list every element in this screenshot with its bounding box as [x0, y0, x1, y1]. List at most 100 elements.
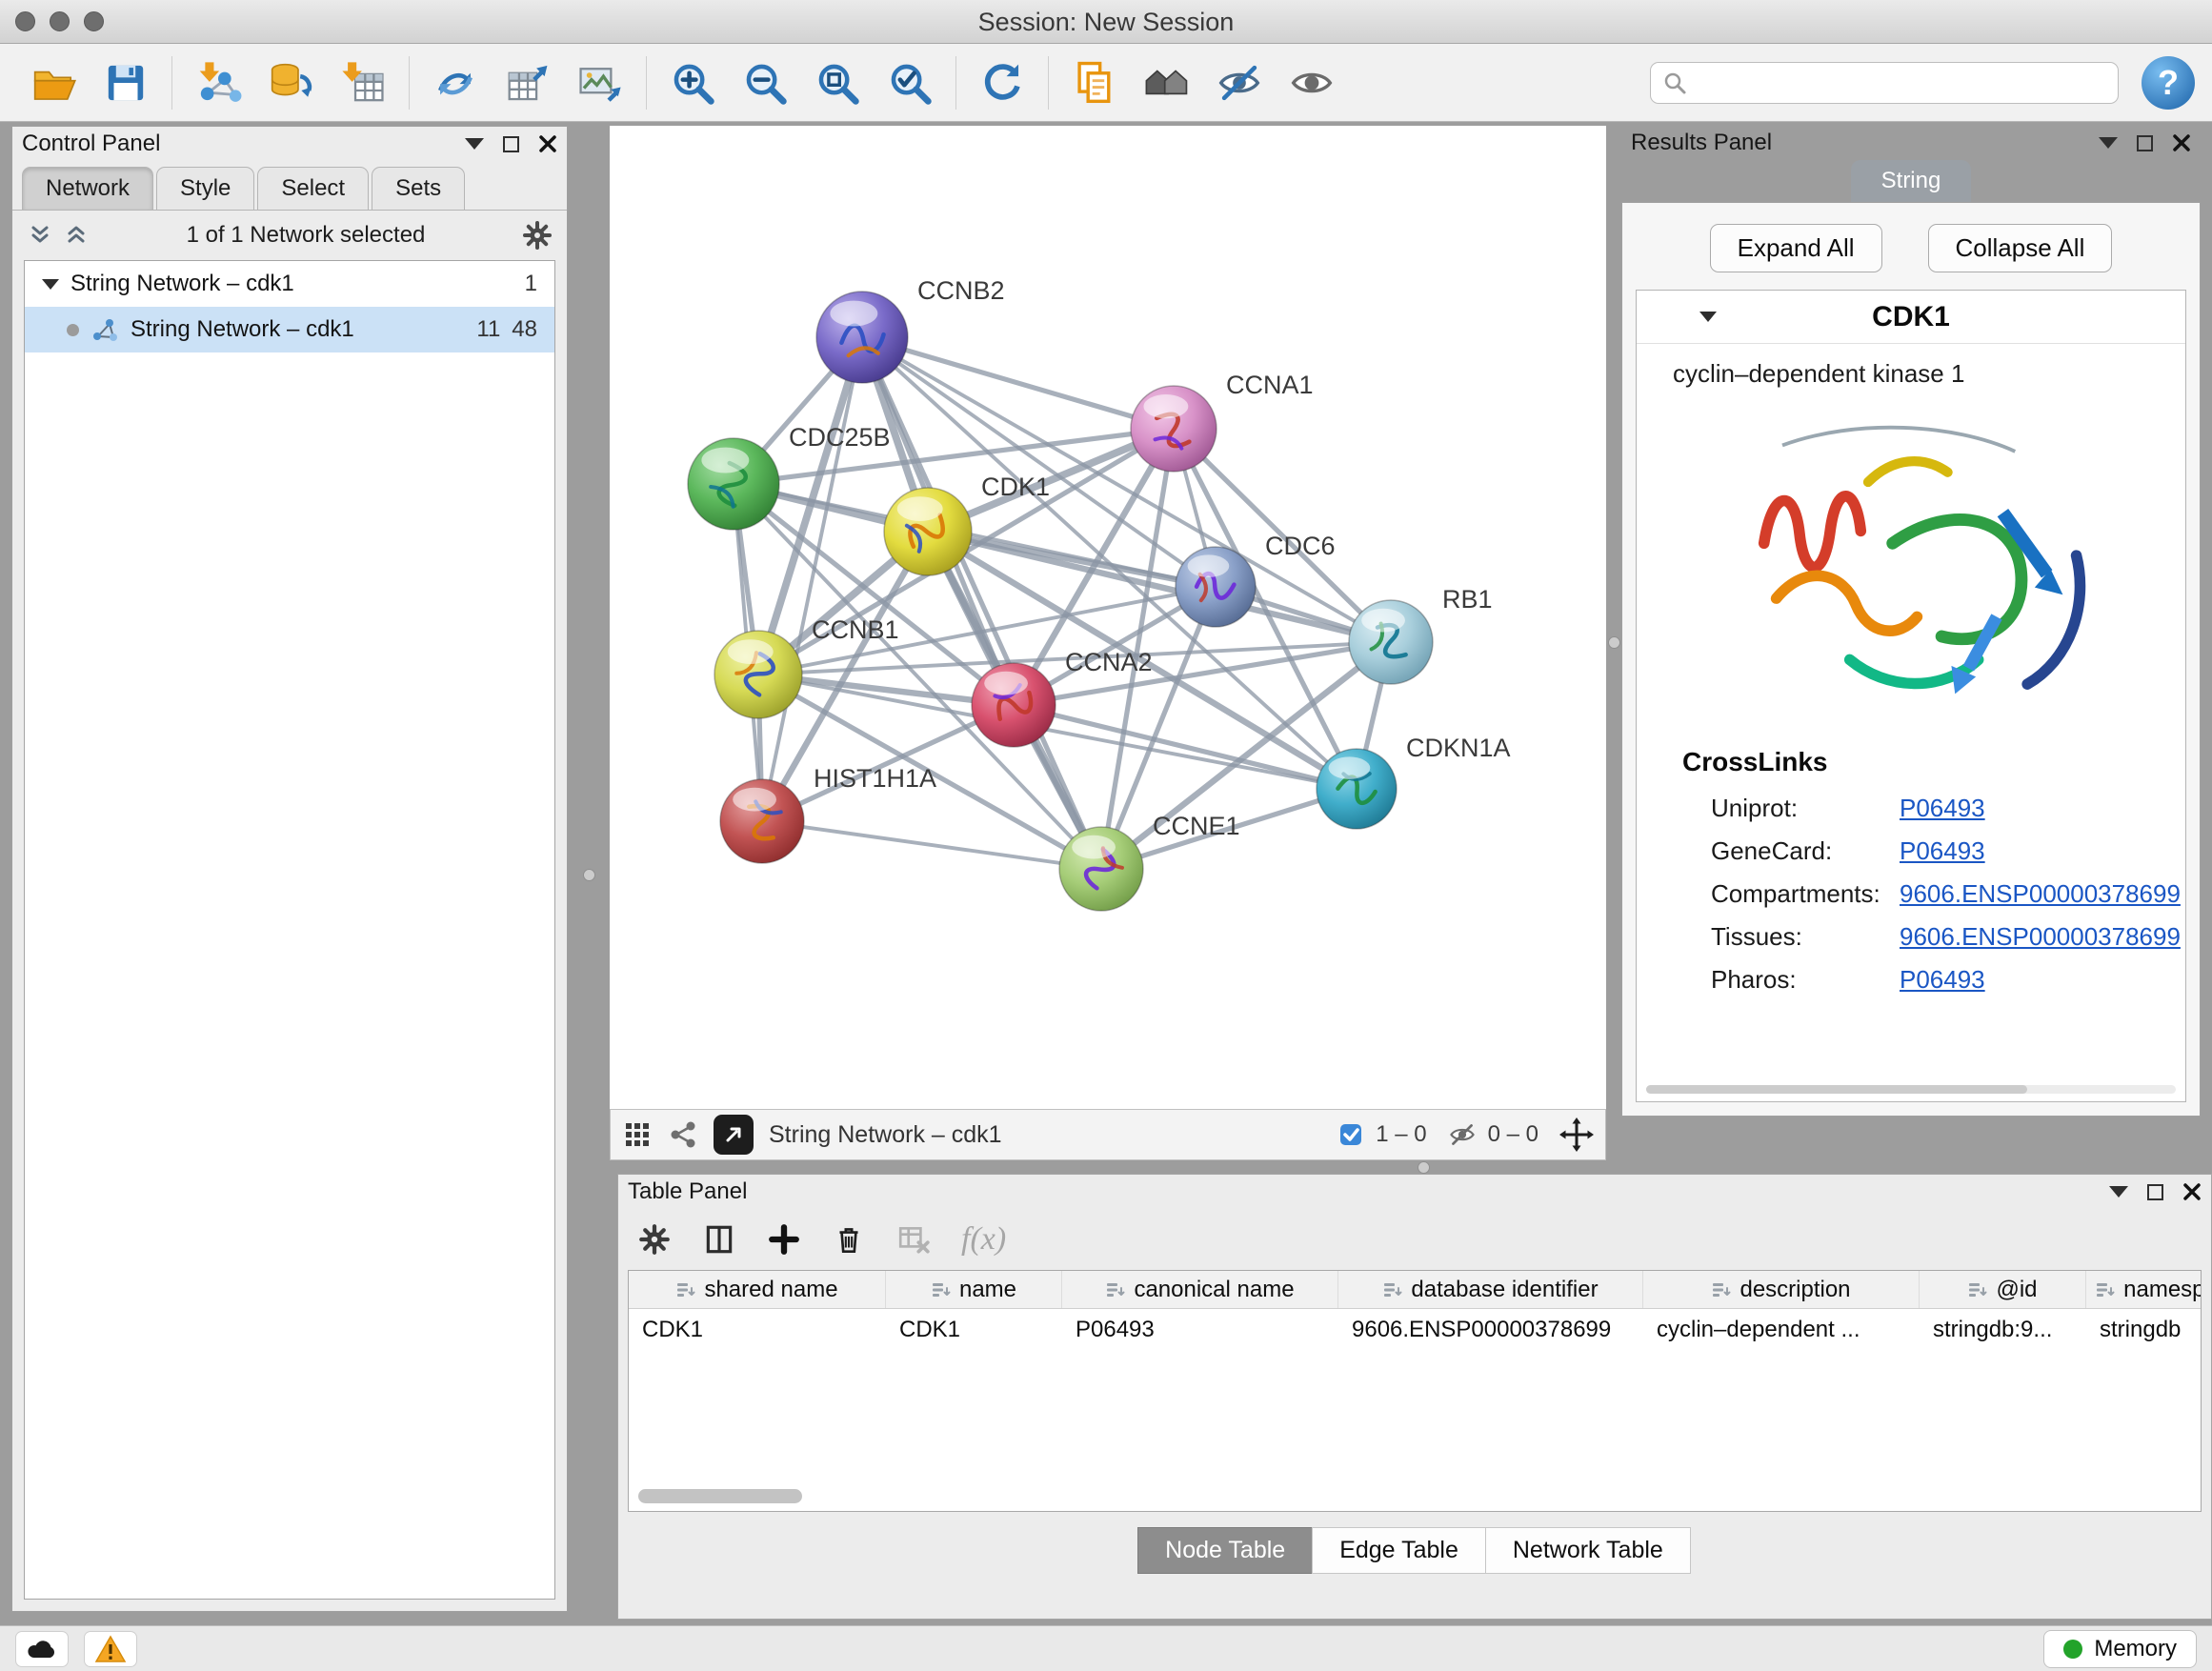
add-column-button[interactable]	[767, 1222, 801, 1257]
home-button[interactable]	[1131, 51, 1203, 114]
help-label: ?	[2158, 63, 2179, 103]
column-header-shared-name[interactable]: shared name	[629, 1271, 886, 1308]
crosslink-link[interactable]: 9606.ENSP00000378699	[1900, 879, 2181, 908]
close-panel-icon[interactable]	[538, 134, 557, 153]
tab-node-table[interactable]: Node Table	[1137, 1527, 1313, 1574]
delete-table-button[interactable]	[896, 1222, 931, 1257]
network-node-ccne1[interactable]: CCNE1	[1059, 812, 1240, 911]
expand-all-button[interactable]: Expand All	[1710, 224, 1882, 272]
hide-button[interactable]	[1203, 51, 1276, 114]
close-window-button[interactable]	[15, 11, 35, 31]
import-network-file-button[interactable]	[182, 51, 254, 114]
selected-checkbox-icon[interactable]	[1337, 1121, 1364, 1148]
column-header-description[interactable]: description	[1643, 1271, 1920, 1308]
column-header--id[interactable]: @id	[1920, 1271, 2086, 1308]
protein-card-header[interactable]: CDK1	[1637, 291, 2185, 344]
disclosure-triangle-icon[interactable]	[1699, 312, 1717, 322]
crosslink-link[interactable]: P06493	[1900, 794, 1985, 822]
tab-edge-table[interactable]: Edge Table	[1312, 1527, 1486, 1574]
network-collection-row[interactable]: String Network – cdk1 1	[25, 261, 554, 307]
import-network-database-button[interactable]	[254, 51, 327, 114]
open-session-button[interactable]	[17, 51, 90, 114]
function-builder-button[interactable]: f(x)	[961, 1221, 1006, 1258]
share-icon[interactable]	[668, 1119, 698, 1150]
crosshair-icon[interactable]	[1559, 1117, 1594, 1152]
disclosure-triangle-icon[interactable]	[42, 279, 59, 290]
zoom-window-button[interactable]	[84, 11, 104, 31]
panel-menu-icon[interactable]	[465, 138, 484, 150]
network-canvas[interactable]: CCNB2CCNA1CDC25BCDK1CDC6RB1CCNB1CCNA2CDK…	[610, 126, 1606, 1109]
export-table-button[interactable]	[492, 51, 564, 114]
panel-menu-icon[interactable]	[2109, 1186, 2128, 1198]
column-header-database-identifier[interactable]: database identifier	[1338, 1271, 1643, 1308]
new-network-button[interactable]	[419, 51, 492, 114]
search-input[interactable]	[1695, 70, 2106, 96]
zoom-selected-button[interactable]	[874, 51, 946, 114]
table-cell: 9606.ENSP00000378699	[1338, 1317, 1643, 1343]
tab-sets[interactable]: Sets	[372, 167, 465, 210]
column-header-name[interactable]: name	[886, 1271, 1062, 1308]
show-columns-button[interactable]	[702, 1222, 736, 1257]
tab-network-table[interactable]: Network Table	[1485, 1527, 1691, 1574]
export-image-button[interactable]	[564, 51, 636, 114]
splitter-handle[interactable]	[1418, 1161, 1430, 1174]
network-row[interactable]: String Network – cdk1 11 48	[25, 307, 554, 352]
collapse-all-button[interactable]: Collapse All	[1928, 224, 2113, 272]
network-node-rb1[interactable]: RB1	[1349, 585, 1493, 684]
save-session-button[interactable]	[90, 51, 162, 114]
open-in-new-window-button[interactable]	[714, 1115, 754, 1155]
import-table-file-button[interactable]	[327, 51, 399, 114]
warning-status-button[interactable]	[84, 1631, 137, 1667]
minimize-window-button[interactable]	[50, 11, 70, 31]
expand-all-icon[interactable]	[62, 221, 90, 250]
houses-icon	[1143, 59, 1191, 107]
show-button[interactable]	[1276, 51, 1348, 114]
crosslinks-title: CrossLinks	[1637, 739, 2185, 787]
refresh-button[interactable]	[966, 51, 1038, 114]
zoom-fit-button[interactable]	[801, 51, 874, 114]
network-node-hist1h1a[interactable]: HIST1H1A	[720, 764, 936, 863]
table-cell: P06493	[1062, 1317, 1338, 1343]
network-list: String Network – cdk1 1 String Network –…	[24, 260, 555, 1600]
splitter-handle[interactable]	[1608, 636, 1620, 649]
crosslink-label: Uniprot:	[1711, 794, 1900, 823]
column-header-namespac[interactable]: namespac	[2086, 1271, 2202, 1308]
crosslink-link[interactable]: P06493	[1900, 965, 1985, 994]
table-cell: stringdb	[2086, 1317, 2202, 1343]
results-scrollbar[interactable]	[1646, 1085, 2176, 1094]
tab-network[interactable]: Network	[22, 167, 153, 210]
help-button[interactable]: ?	[2142, 56, 2195, 110]
table-settings-button[interactable]	[637, 1222, 672, 1257]
zoom-in-button[interactable]	[656, 51, 729, 114]
network-node-cdkn1a[interactable]: CDKN1A	[1317, 734, 1511, 829]
crosslink-link[interactable]: P06493	[1900, 836, 1985, 865]
table-horizontal-scrollbar[interactable]	[638, 1489, 802, 1503]
table-row[interactable]: CDK1CDK1P064939606.ENSP00000378699cyclin…	[629, 1309, 2201, 1351]
panel-menu-icon[interactable]	[2099, 137, 2118, 149]
delete-column-button[interactable]	[832, 1222, 866, 1257]
memory-button[interactable]: Memory	[2043, 1630, 2197, 1668]
float-panel-icon[interactable]	[2147, 1184, 2163, 1200]
cloud-status-button[interactable]	[15, 1631, 69, 1667]
toolbar-separator	[1048, 56, 1049, 110]
column-header-canonical-name[interactable]: canonical name	[1062, 1271, 1338, 1308]
close-panel-icon[interactable]	[2182, 1182, 2202, 1201]
float-panel-icon[interactable]	[2137, 135, 2153, 151]
crosslink-link[interactable]: 9606.ENSP00000378699	[1900, 922, 2181, 951]
copy-button[interactable]	[1058, 51, 1131, 114]
hidden-eye-icon[interactable]	[1448, 1120, 1477, 1149]
gear-icon[interactable]	[521, 219, 553, 252]
column-attribute-icon	[675, 1279, 696, 1300]
network-node-ccna1[interactable]: CCNA1	[1131, 371, 1314, 472]
collapse-all-icon[interactable]	[26, 221, 54, 250]
zoom-out-button[interactable]	[729, 51, 801, 114]
tab-select[interactable]: Select	[257, 167, 369, 210]
float-panel-icon[interactable]	[503, 136, 519, 152]
tab-style[interactable]: Style	[156, 167, 254, 210]
grid-icon[interactable]	[622, 1119, 653, 1150]
column-attribute-icon	[1105, 1279, 1126, 1300]
tab-string[interactable]: String	[1851, 160, 1972, 202]
network-node-cdk1[interactable]: CDK1	[884, 473, 1050, 575]
close-panel-icon[interactable]	[2172, 133, 2191, 152]
splitter-handle[interactable]	[583, 869, 595, 881]
